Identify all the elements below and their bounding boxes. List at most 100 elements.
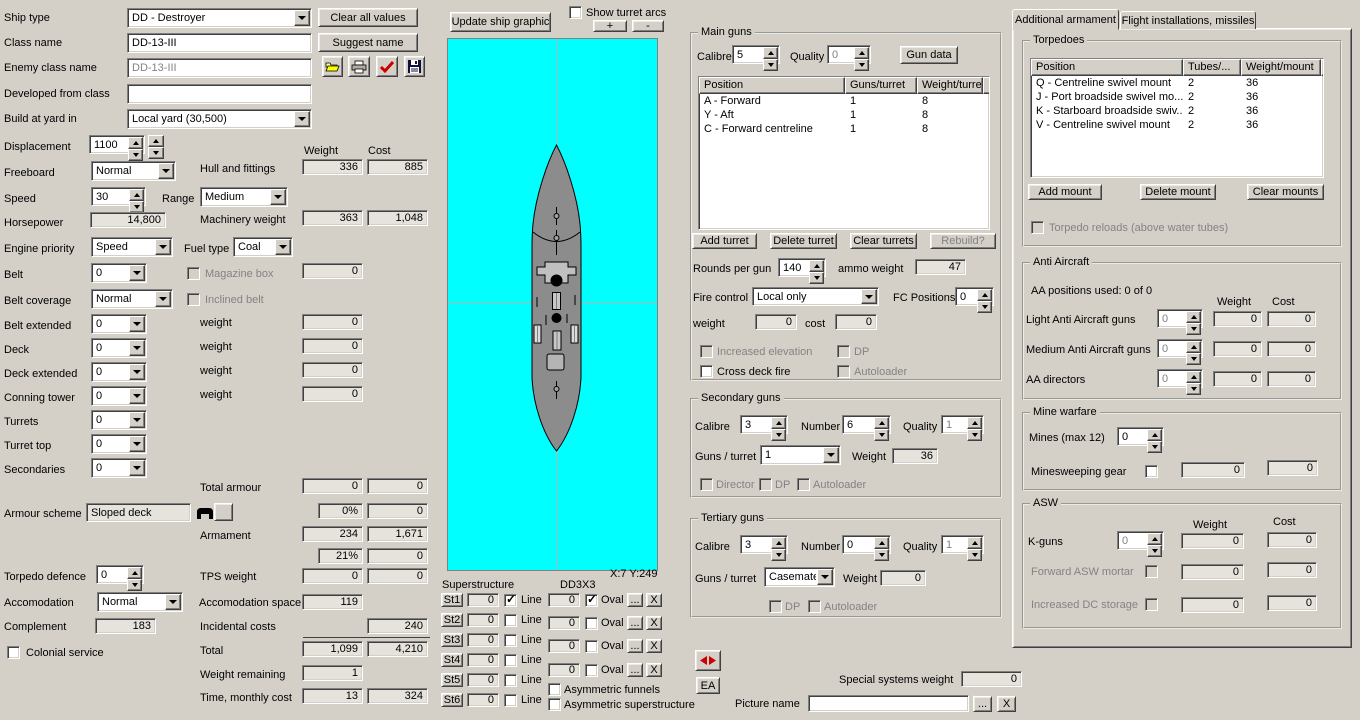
- displacement-coarse-spinner[interactable]: [148, 135, 164, 159]
- mg-calibre-spinner[interactable]: 5: [732, 45, 780, 71]
- clear-all-values-button[interactable]: Clear all values: [318, 8, 418, 27]
- st5-value-field[interactable]: 0: [467, 673, 499, 687]
- st2-line-checkbox[interactable]: [504, 614, 517, 627]
- spin-up-icon[interactable]: [771, 537, 786, 549]
- conning-tower-dropdown[interactable]: 0: [91, 386, 147, 406]
- engine-priority-dropdown[interactable]: Speed: [91, 237, 173, 257]
- dropdown-arrow-icon[interactable]: [158, 163, 174, 179]
- column-header[interactable]: Tubes/...: [1183, 59, 1241, 76]
- dropdown-arrow-icon[interactable]: [294, 10, 310, 26]
- build-yard-dropdown[interactable]: Local yard (30,500): [127, 109, 312, 129]
- spin-down-icon[interactable]: [967, 429, 982, 441]
- funnel1-browse-button[interactable]: ...: [627, 593, 643, 607]
- st2-button[interactable]: St2: [441, 613, 463, 627]
- dropdown-arrow-icon[interactable]: [155, 239, 171, 255]
- spin-down-icon[interactable]: [1147, 545, 1162, 557]
- gun-data-button[interactable]: Gun data: [900, 46, 958, 64]
- dropdown-arrow-icon[interactable]: [165, 594, 181, 610]
- spin-up-icon[interactable]: [129, 189, 144, 201]
- displacement-spinner[interactable]: 1100: [89, 135, 145, 161]
- spin-up-icon[interactable]: [771, 417, 786, 429]
- asymmetric-superstructure-checkbox[interactable]: [548, 698, 561, 711]
- funnel3-browse-button[interactable]: ...: [627, 639, 643, 653]
- spin-down-icon[interactable]: [148, 147, 164, 159]
- mirror-arrows-button[interactable]: [695, 650, 721, 671]
- ship-graphic-canvas[interactable]: [447, 38, 658, 571]
- st1-button[interactable]: St1: [441, 593, 463, 607]
- st4-button[interactable]: St4: [441, 653, 463, 667]
- spin-up-icon[interactable]: [809, 260, 824, 272]
- spin-up-icon[interactable]: [763, 47, 778, 59]
- picture-clear-button[interactable]: X: [997, 696, 1016, 712]
- fc-positions-spinner[interactable]: 0: [955, 287, 994, 313]
- asymmetric-funnels-checkbox[interactable]: [548, 683, 561, 696]
- st3-button[interactable]: St3: [441, 633, 463, 647]
- spin-down-icon[interactable]: [809, 272, 824, 284]
- dropdown-arrow-icon[interactable]: [129, 316, 145, 332]
- dropdown-arrow-icon[interactable]: [129, 265, 145, 281]
- sg-guns-turret-dropdown[interactable]: 1: [760, 445, 841, 465]
- deck-dropdown[interactable]: 0: [91, 338, 147, 358]
- torpedoes-table[interactable]: Position Tubes/... Weight/mount Q - Cent…: [1030, 58, 1324, 178]
- main-gun-row[interactable]: A - Forward 1 8: [699, 94, 989, 108]
- tg-calibre-spinner[interactable]: 3: [740, 535, 788, 561]
- torpedo-mount-row[interactable]: V - Centreline swivel mount 2 36: [1031, 118, 1323, 132]
- funnel2-browse-button[interactable]: ...: [627, 616, 643, 630]
- add-turret-button[interactable]: Add turret: [692, 233, 757, 249]
- main-guns-table[interactable]: Position Guns/turret Weight/turret A - F…: [698, 76, 990, 230]
- ship-type-dropdown[interactable]: DD - Destroyer: [127, 8, 312, 28]
- main-gun-row[interactable]: C - Forward centreline 1 8: [699, 122, 989, 136]
- developed-from-class-input[interactable]: [127, 84, 312, 104]
- spin-down-icon[interactable]: [874, 429, 889, 441]
- dropdown-arrow-icon[interactable]: [129, 412, 145, 428]
- spin-up-icon[interactable]: [967, 537, 982, 549]
- funnel4-oval-checkbox[interactable]: [585, 664, 598, 677]
- k-guns-spinner[interactable]: 0: [1117, 531, 1164, 557]
- sg-number-spinner[interactable]: 6: [842, 415, 891, 441]
- spin-down-icon[interactable]: [763, 59, 778, 71]
- accomodation-dropdown[interactable]: Normal: [97, 592, 183, 612]
- spin-up-icon[interactable]: [977, 289, 992, 301]
- save-button[interactable]: [404, 56, 425, 77]
- column-header[interactable]: Position: [1031, 59, 1183, 76]
- funnel2-delete-button[interactable]: X: [646, 616, 662, 630]
- light-aa-spinner[interactable]: 0: [1157, 309, 1203, 335]
- show-turret-arcs-checkbox[interactable]: [569, 6, 582, 19]
- st6-line-checkbox[interactable]: [504, 694, 517, 707]
- st6-button[interactable]: St6: [441, 693, 463, 707]
- update-ship-graphic-button[interactable]: Update ship graphic: [450, 12, 551, 32]
- class-name-input[interactable]: DD-13-III: [127, 33, 312, 53]
- aa-directors-spinner[interactable]: 0: [1157, 369, 1203, 395]
- belt-dropdown[interactable]: 0: [91, 263, 147, 283]
- st1-value-field[interactable]: 0: [467, 593, 499, 607]
- dropdown-arrow-icon[interactable]: [129, 436, 145, 452]
- picture-browse-button[interactable]: ...: [973, 696, 992, 712]
- spin-down-icon[interactable]: [1147, 441, 1162, 453]
- funnel4-browse-button[interactable]: ...: [627, 663, 643, 677]
- column-header[interactable]: Position: [699, 77, 845, 94]
- funnel3-oval-checkbox[interactable]: [585, 640, 598, 653]
- freeboard-dropdown[interactable]: Normal: [91, 161, 176, 181]
- st1-line-checkbox[interactable]: [504, 592, 517, 607]
- tab-additional-armament[interactable]: Additional armament: [1012, 9, 1119, 30]
- deck-extended-dropdown[interactable]: 0: [91, 362, 147, 382]
- zoom-out-button[interactable]: -: [632, 20, 664, 32]
- picture-name-input[interactable]: [808, 695, 969, 712]
- st3-line-checkbox[interactable]: [504, 634, 517, 647]
- turret-top-dropdown[interactable]: 0: [91, 434, 147, 454]
- torpedo-mount-row[interactable]: Q - Centreline swivel mount 2 36: [1031, 76, 1323, 90]
- funnel4-value-field[interactable]: 0: [548, 663, 580, 677]
- spin-up-icon[interactable]: [148, 135, 164, 147]
- minesweeping-gear-checkbox[interactable]: [1145, 465, 1158, 478]
- add-mount-button[interactable]: Add mount: [1028, 184, 1102, 200]
- spin-down-icon[interactable]: [127, 579, 142, 591]
- clear-turrets-button[interactable]: Clear turrets: [850, 233, 917, 249]
- torpedo-defence-spinner[interactable]: 0: [96, 565, 144, 591]
- spin-down-icon[interactable]: [1186, 353, 1201, 365]
- funnel2-oval-checkbox[interactable]: [585, 617, 598, 630]
- dropdown-arrow-icon[interactable]: [275, 239, 291, 255]
- funnel3-delete-button[interactable]: X: [646, 639, 662, 653]
- armour-scheme-picker-button[interactable]: [214, 503, 233, 521]
- delete-turret-button[interactable]: Delete turret: [770, 233, 837, 249]
- belt-coverage-dropdown[interactable]: Normal: [91, 289, 173, 309]
